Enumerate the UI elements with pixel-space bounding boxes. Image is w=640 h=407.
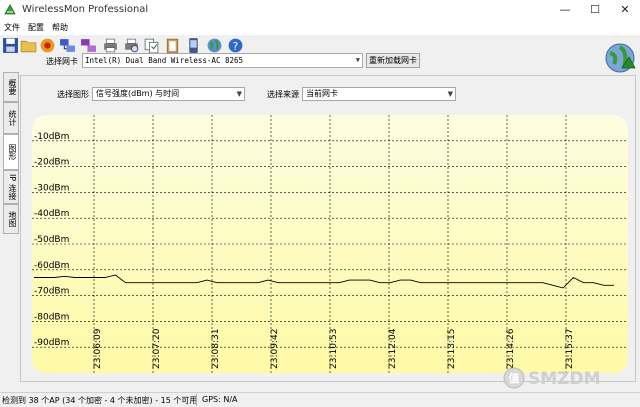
x-axis-label: 23:12:04 [388,328,398,369]
x-axis-label: 23:07:20 [152,328,162,369]
tab-graph-label: 图形 [8,144,17,160]
printer-icon[interactable] [102,37,119,54]
status-separator [196,394,197,406]
x-axis-label: 23:09:42 [270,329,280,369]
reload-adapter-button[interactable]: 重新加载网卡 [366,53,420,68]
menu-config[interactable]: 配置 [28,22,44,33]
x-axis-label: 23:08:31 [211,329,221,369]
copy-icon[interactable] [143,37,160,54]
y-axis-label: -70dBm [34,287,69,297]
chevron-down-icon: ▼ [236,90,242,98]
tab-statistics[interactable]: 统计 [3,102,19,134]
network-icon[interactable] [59,37,76,54]
svg-text:SMZDM: SMZDM [528,369,601,389]
smzdm-watermark-logo: 值 SMZDM [503,367,601,389]
phone-icon[interactable] [185,37,202,54]
graph-type-label: 选择图形 [57,90,89,99]
source-label: 选择来源 [267,90,299,99]
adapter-select[interactable]: Intel(R) Dual Band Wireless-AC 8265 ▼ [82,53,363,68]
y-axis-label: -30dBm [34,183,69,193]
signal-chart: -10dBm -20dBm -30dBm -40dBm -50dBm -60dBm -70d… [32,115,628,373]
x-axis-label: 23:06:09 [93,328,103,369]
tab-summary-label: 概要 [8,79,17,95]
x-axis-label: 23:10:53 [329,329,339,369]
close-button[interactable]: ✕ [610,0,640,20]
x-axis-label: 23:13:15 [447,329,457,369]
graph-type-select[interactable]: 信号强度(dBm) 与时间 ▼ [92,87,245,101]
title-bar: WirelessMon Professional — ☐ ✕ [0,0,640,20]
menu-bar: 文件 配置 帮助 [0,20,640,35]
y-axis-label: -80dBm [34,312,69,322]
adapter-select-value: Intel(R) Dual Band Wireless-AC 8265 [85,56,244,65]
y-axis-label: -10dBm [34,132,69,142]
status-gps: GPS: N/A [202,395,238,404]
chevron-down-icon: ▼ [355,56,360,64]
help-icon[interactable]: ? [227,37,244,54]
graph-type-value: 信号强度(dBm) 与时间 [96,89,180,98]
side-tab-strip: 概要 统计 图形 IP 连接 地图 [3,72,21,384]
clipboard-icon[interactable] [164,37,181,54]
tab-statistics-label: 统计 [8,110,17,126]
svg-text:值: 值 [509,371,520,385]
source-value: 当前网卡 [306,89,338,98]
print-preview-icon[interactable] [123,37,140,54]
tab-summary[interactable]: 概要 [3,72,19,102]
status-ap-count: 检测到 38 个AP (34 个加密 - 4 个未加密) - 15 个可用 [2,396,198,405]
y-axis-label: -90dBm [34,338,69,348]
y-axis-label: -60dBm [34,261,69,271]
menu-help[interactable]: 帮助 [52,22,68,33]
y-axis-label: -40dBm [34,209,69,219]
x-axis-label: 23:15:37 [565,329,575,369]
chevron-down-icon: ▼ [447,90,453,98]
svg-text:?: ? [233,40,239,53]
menu-file[interactable]: 文件 [4,22,20,33]
open-folder-icon[interactable] [20,37,37,54]
globe-logo-icon [605,43,636,73]
tab-map-label: 地图 [8,211,17,227]
adapter-label: 选择网卡 [46,57,78,66]
maximize-button[interactable]: ☐ [580,0,610,20]
tab-map[interactable]: 地图 [3,204,19,234]
save-icon[interactable] [2,37,19,54]
y-axis-label: -20dBm [34,158,69,168]
tab-ip-connections[interactable]: IP 连接 [3,170,19,204]
globe-icon[interactable] [206,37,223,54]
tab-ip-connections-label: IP 连接 [8,174,17,200]
source-select[interactable]: 当前网卡 ▼ [302,87,456,101]
network-compare-icon[interactable] [80,37,97,54]
window-title: WirelessMon Professional [22,4,149,15]
x-axis-label: 23:14:26 [506,328,516,369]
record-icon[interactable] [39,37,56,54]
status-bar: 检测到 38 个AP (34 个加密 - 4 个未加密) - 15 个可用 GP… [0,392,640,407]
app-icon [4,4,16,15]
minimize-button[interactable]: — [550,0,580,20]
adapter-row: 选择网卡 Intel(R) Dual Band Wireless-AC 8265… [0,53,600,71]
tab-graph[interactable]: 图形 [3,134,19,170]
y-axis-label: -50dBm [34,235,69,245]
